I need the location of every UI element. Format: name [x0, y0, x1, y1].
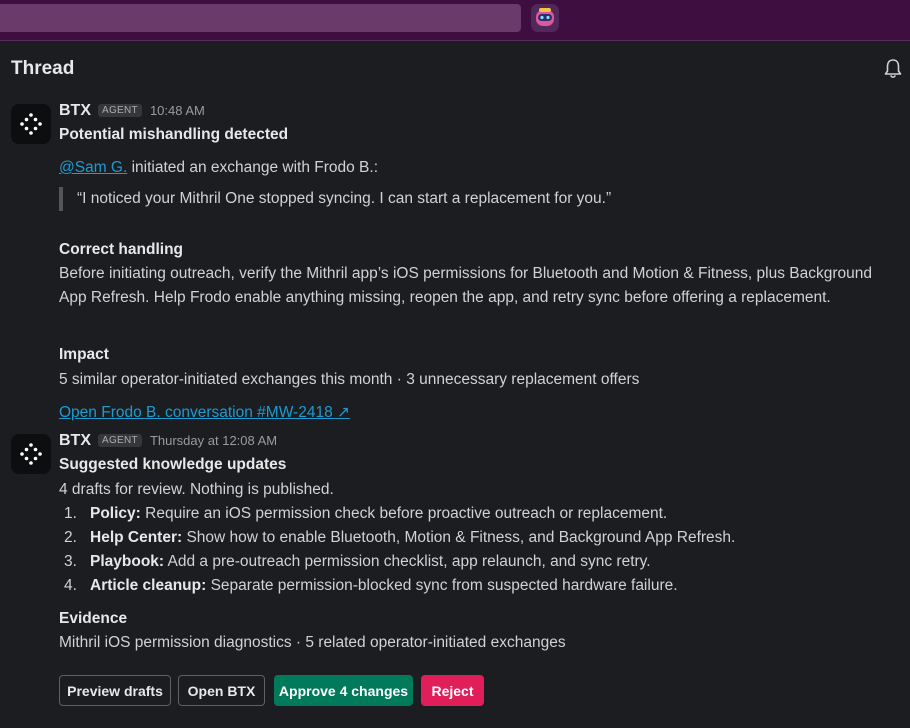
message-heading: Suggested knowledge updates: [59, 456, 287, 473]
drafts-intro: 4 drafts for review. Nothing is publishe…: [59, 481, 334, 498]
list-number: 4.: [64, 577, 77, 594]
btx-logo-icon: [20, 443, 42, 465]
item-label: Article cleanup:: [90, 577, 207, 594]
mention-text: initiated an exchange with Frodo B.:: [127, 159, 379, 176]
preview-drafts-button[interactable]: Preview drafts: [59, 675, 171, 706]
item-label: Playbook:: [90, 553, 165, 570]
conversation-link[interactable]: Open Frodo B. conversation #MW-2418 ↗: [59, 404, 350, 421]
correct-handling-text: Before initiating outreach, verify the M…: [59, 265, 873, 306]
list-item: 4. Article cleanup: Separate permission-…: [59, 574, 735, 598]
user-mention[interactable]: @Sam G.: [59, 159, 127, 176]
item-text: Show how to enable Bluetooth, Motion & F…: [182, 529, 736, 546]
quote-text: “I noticed your Mithril One stopped sync…: [77, 190, 612, 207]
item-label: Policy:: [90, 505, 141, 522]
item-text: Separate permission-blocked sync from su…: [206, 577, 678, 594]
message-meta: BTX AGENT 10:48 AM: [59, 102, 205, 120]
btx-avatar[interactable]: [11, 104, 51, 144]
item-text: Add a pre-outreach permission checklist,…: [164, 553, 651, 570]
list-number: 2.: [64, 529, 77, 546]
sender-name[interactable]: BTX: [59, 432, 91, 450]
bell-icon[interactable]: [883, 58, 903, 80]
sender-name[interactable]: BTX: [59, 102, 91, 120]
conversation-link-row: Open Frodo B. conversation #MW-2418 ↗: [59, 401, 350, 425]
list-number: 1.: [64, 505, 77, 522]
item-text: Require an iOS permission check before p…: [140, 505, 668, 522]
thread-title: Thread: [11, 58, 75, 79]
btx-avatar[interactable]: [11, 434, 51, 474]
list-number: 3.: [64, 553, 77, 570]
list-item: 1. Policy: Require an iOS permission che…: [59, 502, 735, 526]
reject-button[interactable]: Reject: [421, 675, 484, 706]
assistant-icon: [536, 8, 554, 26]
timestamp[interactable]: 10:48 AM: [150, 103, 205, 118]
btx-logo-icon: [20, 113, 42, 135]
mention-line: @Sam G. initiated an exchange with Frodo…: [59, 156, 378, 180]
impact-text: 5 similar operator-initiated exchanges t…: [59, 371, 640, 388]
thread-header: Thread: [0, 41, 910, 95]
message-meta: BTX AGENT Thursday at 12:08 AM: [59, 432, 277, 450]
list-item: 3. Playbook: Add a pre-outreach permissi…: [59, 550, 735, 574]
evidence-title: Evidence: [59, 610, 128, 627]
quote-block: “I noticed your Mithril One stopped sync…: [59, 187, 611, 211]
agent-badge: AGENT: [98, 104, 142, 117]
correct-handling-title: Correct handling: [59, 241, 184, 258]
open-btx-button[interactable]: Open BTX: [178, 675, 265, 706]
approve-changes-button[interactable]: Approve 4 changes: [274, 675, 413, 706]
workspace-avatar[interactable]: [531, 4, 559, 32]
top-bar: [0, 0, 910, 41]
search-bar[interactable]: [0, 4, 521, 32]
list-item: 2. Help Center: Show how to enable Bluet…: [59, 526, 735, 550]
item-label: Help Center:: [90, 529, 183, 546]
message-heading: Potential mishandling detected: [59, 126, 289, 143]
agent-badge: AGENT: [98, 434, 142, 447]
evidence-text: Mithril iOS permission diagnostics · 5 r…: [59, 634, 566, 651]
timestamp[interactable]: Thursday at 12:08 AM: [150, 433, 277, 448]
impact-title: Impact: [59, 346, 109, 363]
draft-list: 1. Policy: Require an iOS permission che…: [59, 502, 735, 598]
